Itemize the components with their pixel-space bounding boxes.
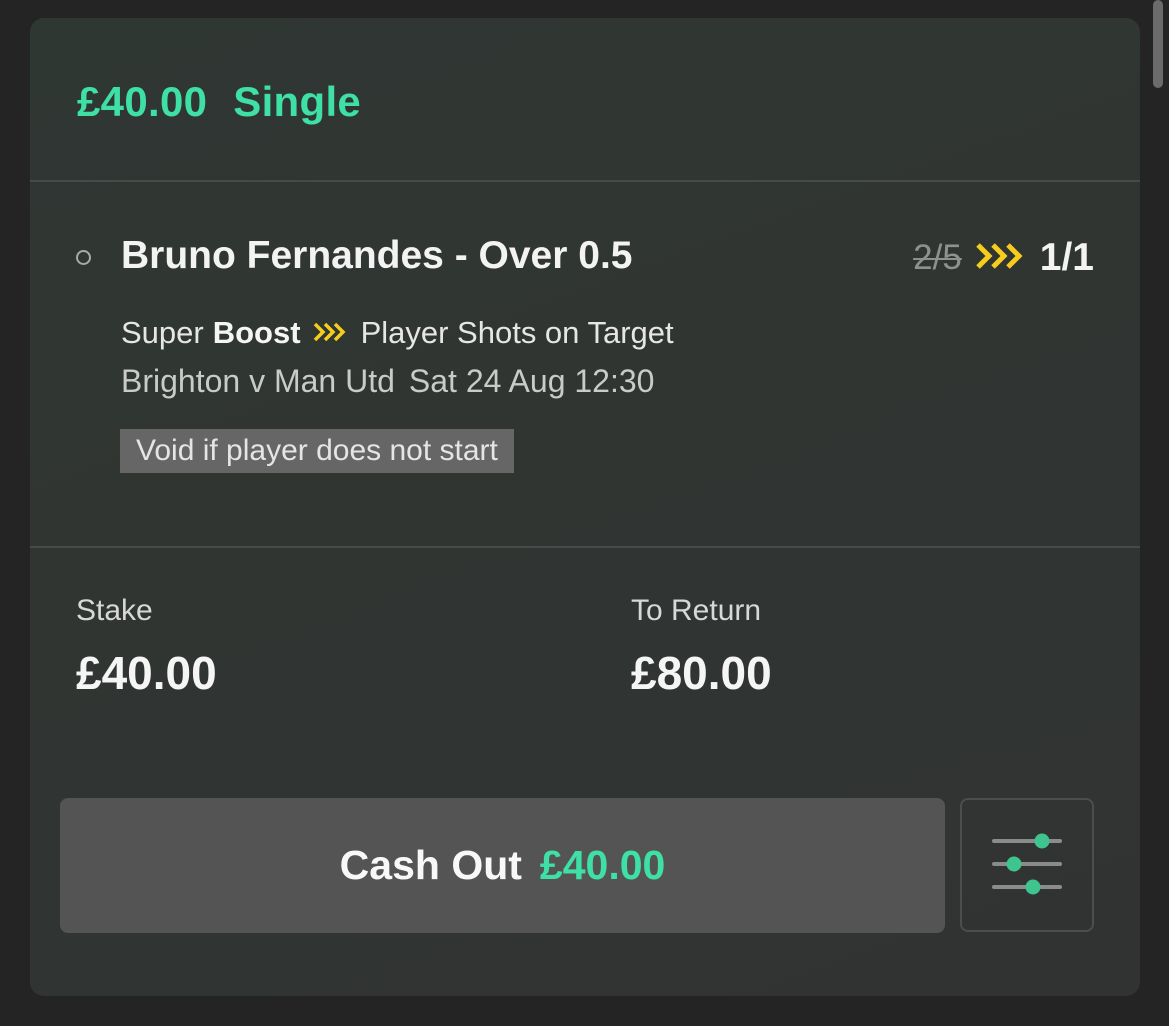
stake-value: £40.00 (76, 647, 217, 699)
market-name: Player Shots on Target (360, 315, 674, 350)
divider (30, 180, 1140, 182)
bet-header[interactable]: £40.00 Single (30, 18, 1140, 181)
event-time: Sat 24 Aug 12:30 (408, 363, 655, 399)
void-badge: Void if player does not start (120, 429, 514, 473)
divider (30, 546, 1140, 548)
new-odds: 1/1 (1039, 236, 1094, 279)
boost-chevrons-icon (313, 315, 347, 351)
cash-out-settings-button[interactable] (960, 798, 1094, 932)
stake-label: Stake (76, 594, 153, 627)
bet-card: £40.00 Single Bruno Fernandes - Over 0.5 … (30, 18, 1140, 996)
boost-label: Boost (212, 315, 301, 350)
boost-prefix: Super (121, 315, 204, 350)
selection-status-icon (76, 250, 91, 265)
cash-out-button[interactable]: Cash Out £40.00 (60, 798, 945, 933)
bet-stake-amount: £40.00 (77, 78, 208, 125)
cash-out-amount: £40.00 (539, 842, 666, 888)
event-line: Brighton v Man Utd Sat 24 Aug 12:30 (121, 363, 654, 400)
cash-out-label: Cash Out (339, 842, 522, 888)
odds: 2/5 1/1 (913, 236, 1094, 280)
scrollbar-thumb[interactable] (1153, 0, 1163, 88)
event-name: Brighton v Man Utd (121, 363, 395, 399)
return-value: £80.00 (631, 647, 772, 699)
boost-chevrons-icon (976, 242, 1024, 275)
market-line: Super Boost Player Shots on Target (121, 315, 674, 351)
bet-type: Single (233, 78, 362, 125)
old-odds: 2/5 (913, 238, 962, 277)
selection-name: Bruno Fernandes - Over 0.5 (121, 234, 633, 277)
sliders-icon (992, 831, 1062, 900)
bet-header-title: £40.00 Single (77, 78, 361, 126)
return-label: To Return (631, 594, 762, 627)
